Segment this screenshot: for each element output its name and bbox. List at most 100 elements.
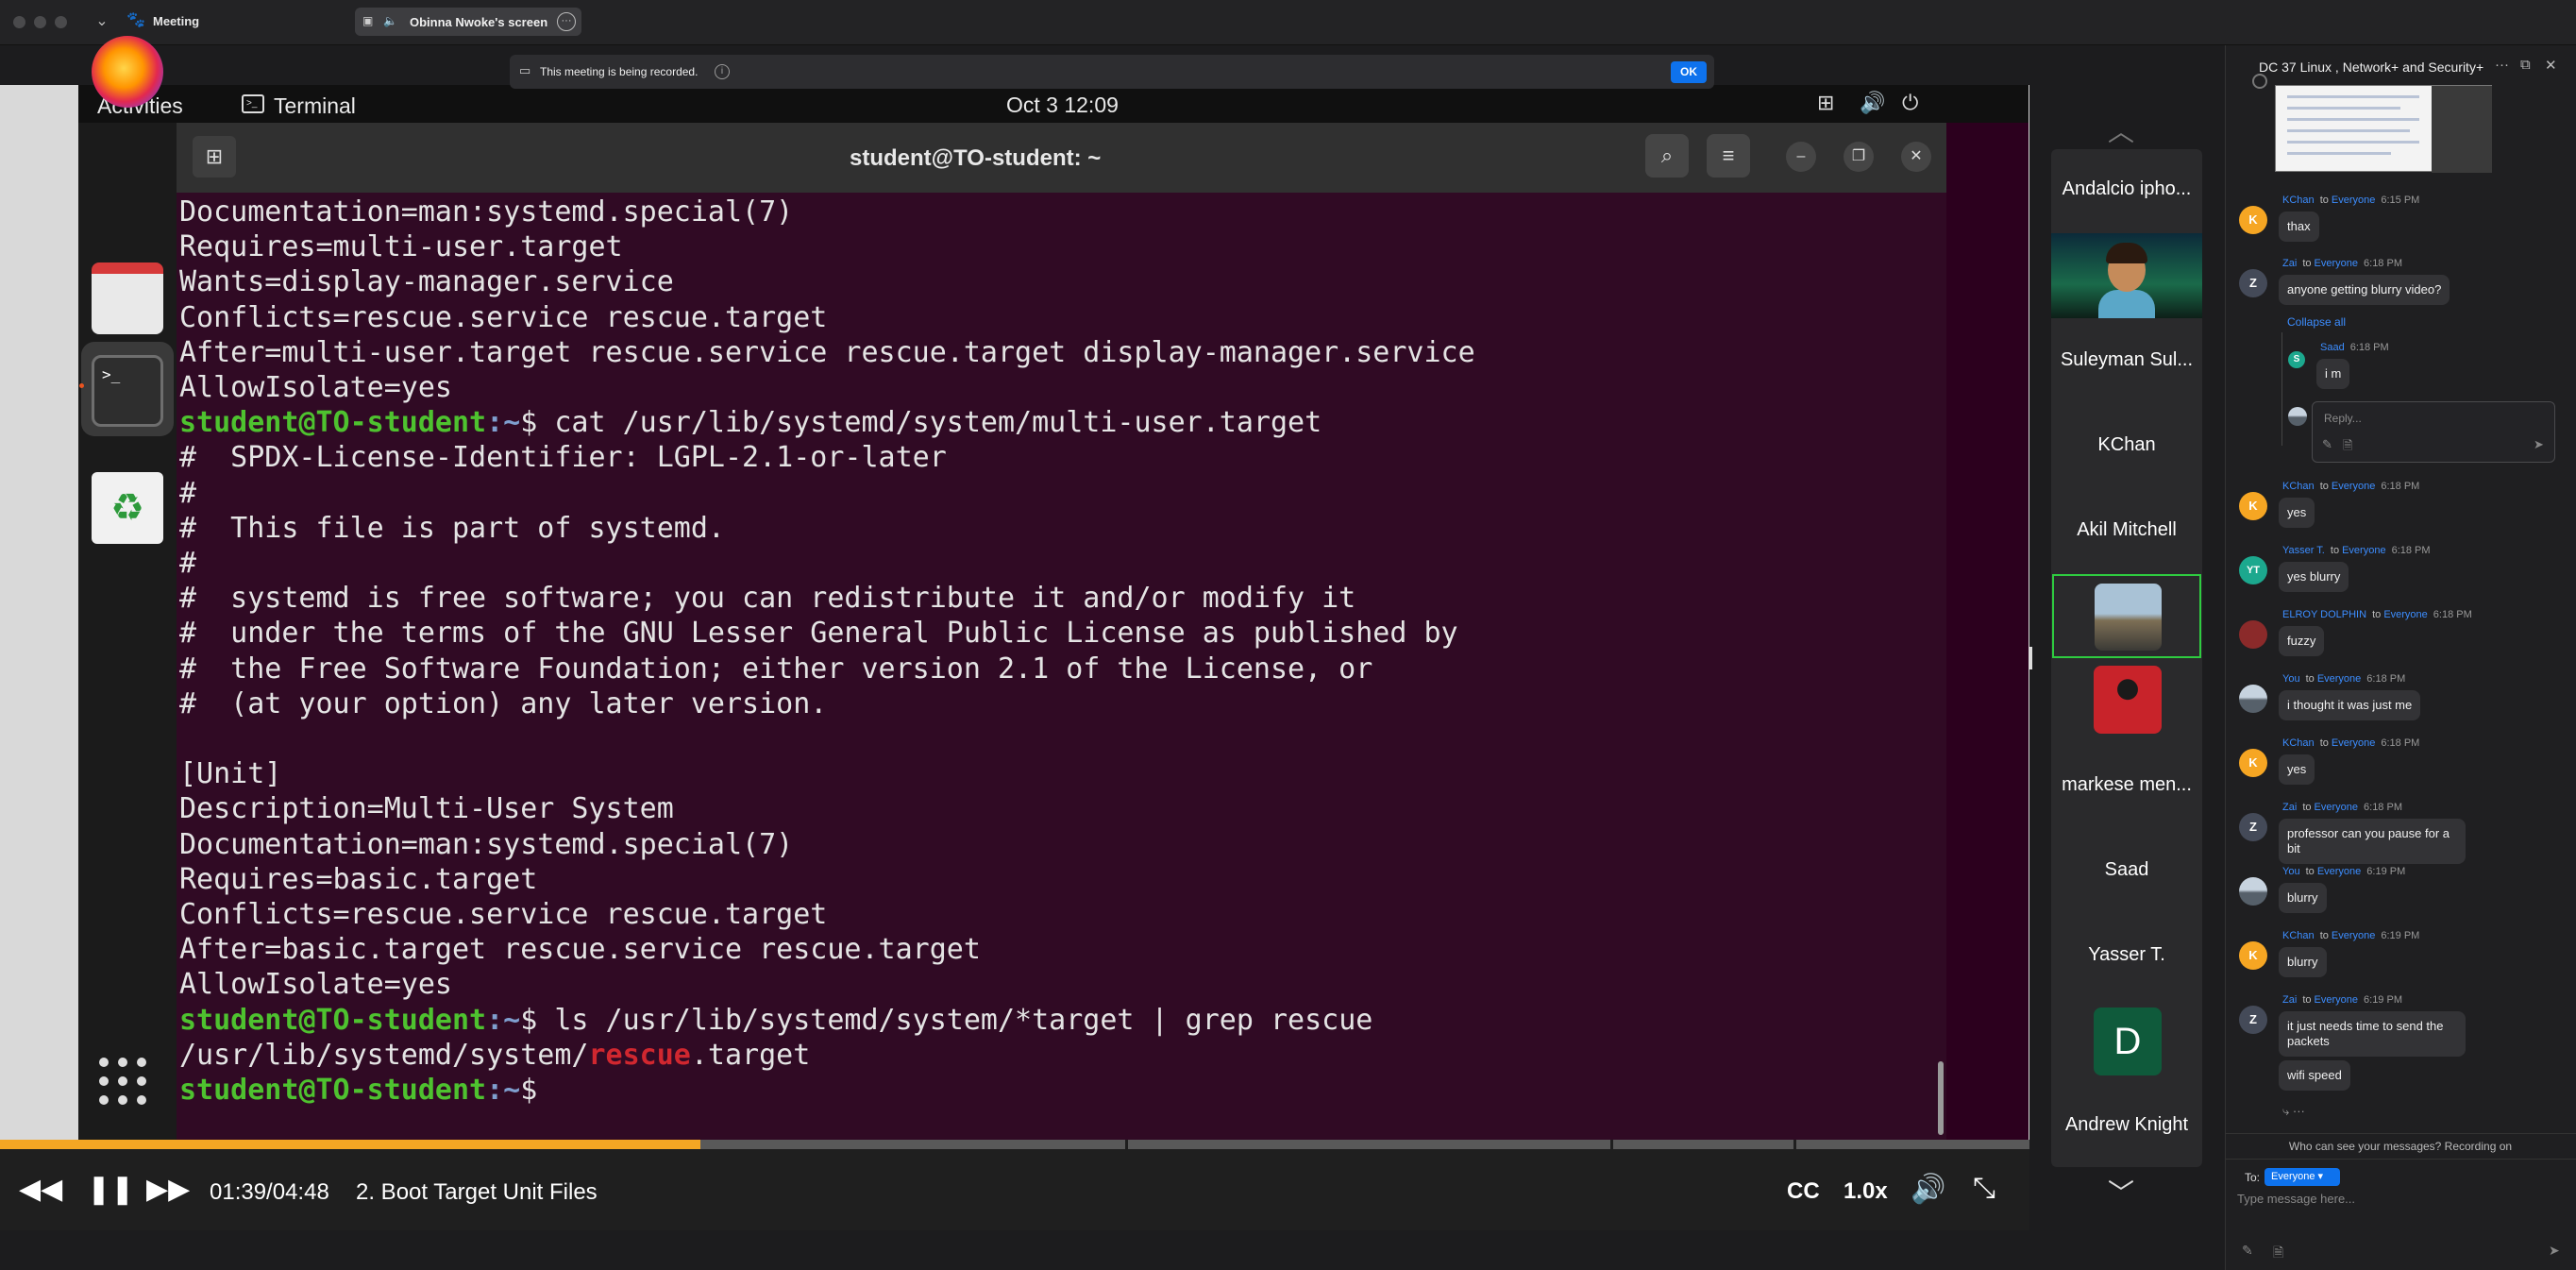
recipient-name[interactable]: Everyone bbox=[2315, 994, 2358, 1006]
send-icon[interactable]: ➤ bbox=[2534, 437, 2544, 452]
firefox-icon[interactable] bbox=[92, 36, 163, 108]
close-window-button[interactable] bbox=[13, 16, 25, 28]
sender-name[interactable]: KChan bbox=[2282, 195, 2315, 206]
recording-ok-button[interactable]: OK bbox=[1671, 61, 1707, 83]
close-icon[interactable]: ✕ bbox=[2545, 57, 2557, 74]
sender-name[interactable]: KChan bbox=[2282, 930, 2315, 941]
captions-button[interactable]: CC bbox=[1787, 1178, 1820, 1205]
volume-icon[interactable]: 🔊 bbox=[1911, 1173, 1945, 1206]
recipient-name[interactable]: Everyone bbox=[2317, 673, 2361, 685]
participant-name[interactable]: Saad bbox=[2051, 859, 2202, 881]
terminal-scrollbar[interactable] bbox=[1938, 1061, 1944, 1135]
sender-name[interactable]: You bbox=[2282, 673, 2300, 685]
sender-name[interactable]: ELROY DOLPHIN bbox=[2282, 609, 2366, 620]
message-bubble[interactable]: yes bbox=[2279, 754, 2315, 785]
fast-forward-icon[interactable]: ▶▶ bbox=[146, 1173, 190, 1206]
active-speaker-tile[interactable] bbox=[2052, 574, 2201, 658]
message-bubble[interactable]: i m bbox=[2316, 359, 2350, 389]
screen-share-chip[interactable]: ▣ 🔈 Obinna Nwoke's screen ··· bbox=[355, 8, 581, 36]
sender-name[interactable]: Zai bbox=[2282, 802, 2297, 813]
message-bubble[interactable]: wifi speed bbox=[2279, 1060, 2350, 1091]
participant-avatar[interactable] bbox=[2094, 666, 2162, 734]
more-options-icon[interactable]: ··· bbox=[557, 12, 576, 31]
recipient-name[interactable]: Everyone bbox=[2317, 866, 2361, 877]
sender-name[interactable]: KChan bbox=[2282, 481, 2315, 492]
rewind-icon[interactable]: ◀◀ bbox=[19, 1173, 62, 1206]
recipient-name[interactable]: Everyone bbox=[2315, 802, 2358, 813]
message-bubble[interactable]: it just needs time to send the packets bbox=[2279, 1011, 2466, 1057]
terminal-icon[interactable]: >_ bbox=[92, 355, 163, 427]
recipient-name[interactable]: Everyone bbox=[2332, 481, 2375, 492]
recipient-name[interactable]: Everyone bbox=[2332, 930, 2375, 941]
message-bubble[interactable]: i thought it was just me bbox=[2279, 690, 2421, 720]
message-bubble[interactable]: blurry bbox=[2279, 947, 2327, 977]
message-bubble[interactable]: yes bbox=[2279, 498, 2315, 528]
files-folder-icon[interactable] bbox=[92, 262, 163, 334]
system-clock[interactable]: Oct 3 12:09 bbox=[1006, 93, 1119, 118]
volume-icon[interactable]: 🔊 bbox=[1860, 91, 1885, 115]
participant-name[interactable]: Suleyman Sul... bbox=[2051, 349, 2202, 371]
show-apps-icon[interactable] bbox=[99, 1058, 148, 1107]
pop-out-icon[interactable]: ⧉ bbox=[2520, 57, 2531, 73]
sender-name[interactable]: Saad bbox=[2320, 342, 2345, 353]
panel-resize-handle[interactable] bbox=[2029, 647, 2032, 669]
collapse-all-link[interactable]: Collapse all bbox=[2287, 315, 2346, 329]
app-menu-terminal[interactable]: Terminal bbox=[274, 93, 356, 119]
participant-video-tile[interactable] bbox=[2051, 233, 2202, 318]
participant-name[interactable]: Yasser T. bbox=[2051, 944, 2202, 966]
recipient-selector[interactable]: Everyone ▾ bbox=[2265, 1168, 2340, 1186]
terminal-output[interactable]: Documentation=man:systemd.special(7) Requ… bbox=[177, 193, 1946, 1140]
more-icon[interactable]: ··· bbox=[2495, 57, 2509, 73]
zoom-window-button[interactable] bbox=[55, 16, 67, 28]
message-bubble[interactable]: anyone getting blurry video? bbox=[2279, 275, 2450, 305]
recipient-name[interactable]: Everyone bbox=[2332, 737, 2375, 749]
file-icon[interactable]: 🗎 bbox=[2273, 1243, 2283, 1265]
trash-icon[interactable]: ♻ bbox=[92, 472, 163, 544]
minimize-window-button[interactable] bbox=[34, 16, 46, 28]
format-icon[interactable]: ✎ bbox=[2242, 1243, 2253, 1259]
playback-speed-button[interactable]: 1.0x bbox=[1844, 1178, 1888, 1205]
recipient-name[interactable]: Everyone bbox=[2383, 609, 2427, 620]
recipient-name[interactable]: Everyone bbox=[2332, 195, 2375, 206]
participant-name[interactable]: Akil Mitchell bbox=[2051, 519, 2202, 541]
close-icon[interactable]: ✕ bbox=[1901, 142, 1931, 172]
sender-name[interactable]: KChan bbox=[2282, 737, 2315, 749]
message-bubble[interactable]: blurry bbox=[2279, 883, 2327, 913]
participant-name[interactable]: Andalcio ipho... bbox=[2051, 178, 2202, 200]
info-icon[interactable]: i bbox=[715, 64, 730, 79]
recipient-name[interactable]: Everyone bbox=[2342, 545, 2385, 556]
chevron-up-icon[interactable]: ︿ bbox=[2108, 111, 2134, 149]
sender-name[interactable]: You bbox=[2282, 866, 2300, 877]
search-icon[interactable]: ⌕ bbox=[1645, 134, 1689, 178]
pause-icon[interactable]: ❚❚ bbox=[87, 1173, 134, 1206]
message-bubble[interactable]: yes blurry bbox=[2279, 562, 2349, 592]
power-icon[interactable]: ⏻ bbox=[1902, 91, 1918, 115]
network-icon[interactable]: ⊞ bbox=[1817, 91, 1834, 115]
restore-icon[interactable]: ❐ bbox=[1844, 142, 1874, 172]
minimize-icon[interactable]: – bbox=[1786, 142, 1816, 172]
sender-name[interactable]: Yasser T. bbox=[2282, 545, 2325, 556]
sender-name[interactable]: Zai bbox=[2282, 258, 2297, 269]
participant-name[interactable]: Andrew Knight bbox=[2051, 1114, 2202, 1136]
message-actions[interactable]: ⤷ ··· bbox=[2282, 1104, 2305, 1119]
send-icon[interactable]: ➤ bbox=[2549, 1243, 2560, 1259]
hamburger-menu-icon[interactable]: ≡ bbox=[1707, 134, 1750, 178]
message-bubble[interactable]: fuzzy bbox=[2279, 626, 2325, 656]
participant-name[interactable]: markese men... bbox=[2051, 774, 2202, 796]
message-bubble[interactable]: professor can you pause for a bit bbox=[2279, 819, 2466, 864]
chevron-down-icon[interactable]: ﹀ bbox=[2108, 1173, 2134, 1211]
participant-name[interactable]: KChan bbox=[2051, 434, 2202, 456]
chat-message-input[interactable]: Type message here... bbox=[2237, 1192, 2558, 1211]
participant-initial-avatar[interactable]: D bbox=[2094, 1008, 2162, 1075]
message-bubble[interactable]: thax bbox=[2279, 212, 2319, 242]
new-tab-icon[interactable]: ⊞ bbox=[193, 136, 236, 178]
chevron-down-icon[interactable]: ⌄ bbox=[93, 11, 111, 32]
shared-image-thumbnail[interactable] bbox=[2275, 85, 2492, 173]
sender-name[interactable]: Zai bbox=[2282, 994, 2297, 1006]
format-icon[interactable]: ✎ bbox=[2322, 437, 2332, 452]
reply-input[interactable]: Reply... ✎ 🗎 ➤ bbox=[2312, 401, 2555, 463]
recipient-name[interactable]: Everyone bbox=[2315, 258, 2358, 269]
message-visibility-notice[interactable]: Who can see your messages? Recording on bbox=[2225, 1133, 2576, 1160]
exit-fullscreen-icon[interactable]: ⤡ bbox=[1973, 1173, 1995, 1205]
file-icon[interactable]: 🗎 bbox=[2343, 437, 2352, 458]
